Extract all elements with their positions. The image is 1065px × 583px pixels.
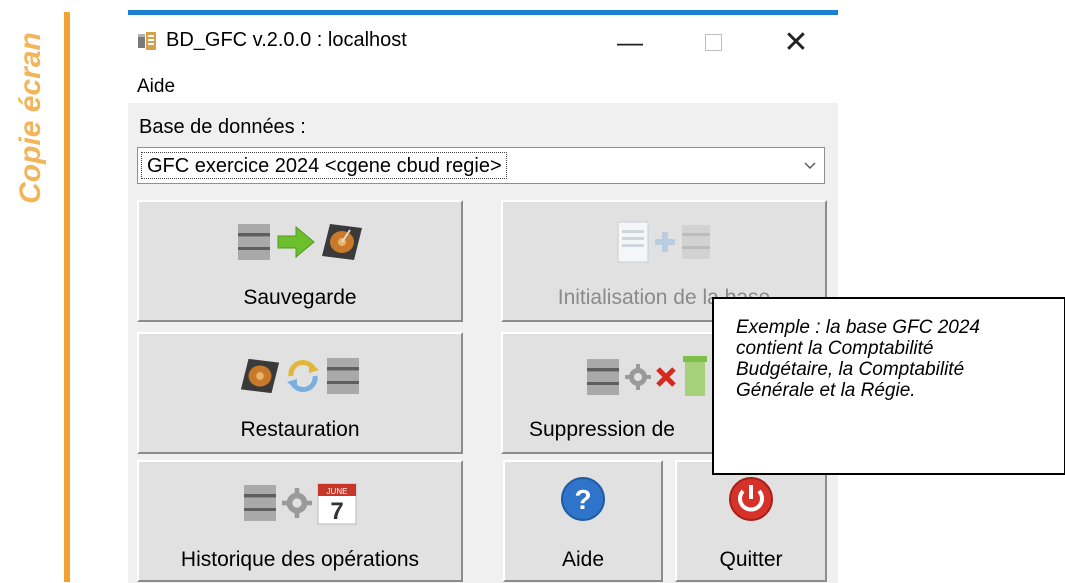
database-icon — [587, 359, 619, 395]
document-icon — [617, 221, 649, 263]
hard-drive-icon — [240, 358, 280, 394]
hard-drive-icon — [322, 224, 362, 260]
power-icon — [729, 477, 773, 521]
historique-button[interactable]: JUNE 7 Historique des opérations — [137, 460, 463, 582]
chevron-down-icon[interactable] — [796, 148, 824, 183]
database-label: Base de données : — [139, 116, 306, 138]
callout-line: Générale et la Régie. — [736, 380, 916, 401]
callout-line: Budgétaire, la Comptabilité — [736, 359, 965, 380]
gear-icon — [282, 488, 312, 518]
margin-accent-bar — [64, 12, 70, 582]
callout-line: contient la Comptabilité — [736, 338, 934, 359]
minimize-button[interactable]: — — [600, 21, 660, 63]
menu-item-aide[interactable]: Aide — [137, 76, 175, 98]
calendar-icon: JUNE 7 — [317, 483, 357, 525]
help-icon: ? — [561, 477, 605, 521]
margin-label: Copie écran — [14, 32, 47, 204]
callout-note: Exemple : la base GFC 2024 contient la C… — [712, 297, 1065, 475]
svg-text:JUNE: JUNE — [327, 487, 348, 496]
delete-x-icon — [656, 367, 676, 387]
sauvegarde-button[interactable]: Sauvegarde — [137, 200, 463, 322]
quitter-label: Quitter — [719, 548, 783, 571]
close-button[interactable]: ✕ — [766, 21, 826, 63]
restauration-label: Restauration — [240, 418, 360, 441]
callout-line: Exemple : la base GFC 2024 — [736, 317, 980, 338]
arrow-right-icon — [277, 225, 315, 259]
aide-label: Aide — [561, 548, 605, 571]
quitter-button[interactable]: Quitter — [675, 460, 827, 582]
plus-icon — [655, 232, 675, 252]
menu-bar: Aide — [128, 69, 838, 103]
title-bar[interactable]: BD_GFC v.2.0.0 : localhost — ✕ — [128, 15, 838, 69]
database-icon — [327, 358, 359, 394]
sauvegarde-label: Sauvegarde — [243, 286, 357, 309]
svg-text:7: 7 — [330, 498, 343, 525]
aide-button[interactable]: ? Aide — [503, 460, 663, 582]
database-icon — [682, 225, 710, 259]
historique-label: Historique des opérations — [180, 548, 420, 571]
gear-icon — [625, 364, 651, 390]
database-icon — [244, 485, 276, 521]
close-icon: ✕ — [783, 25, 809, 59]
database-select-value: GFC exercice 2024 <cgene cbud regie> — [141, 152, 507, 179]
refresh-icon — [287, 360, 319, 392]
minimize-icon: — — [617, 26, 643, 57]
database-select[interactable]: GFC exercice 2024 <cgene cbud regie> — [137, 147, 825, 184]
trash-icon — [683, 356, 707, 396]
restauration-button[interactable]: Restauration — [137, 332, 463, 454]
database-icon — [238, 224, 270, 260]
svg-text:?: ? — [574, 484, 591, 515]
app-icon — [138, 32, 156, 50]
maximize-icon — [704, 33, 722, 51]
window-title: BD_GFC v.2.0.0 : localhost — [166, 29, 407, 51]
maximize-button[interactable] — [683, 21, 743, 63]
